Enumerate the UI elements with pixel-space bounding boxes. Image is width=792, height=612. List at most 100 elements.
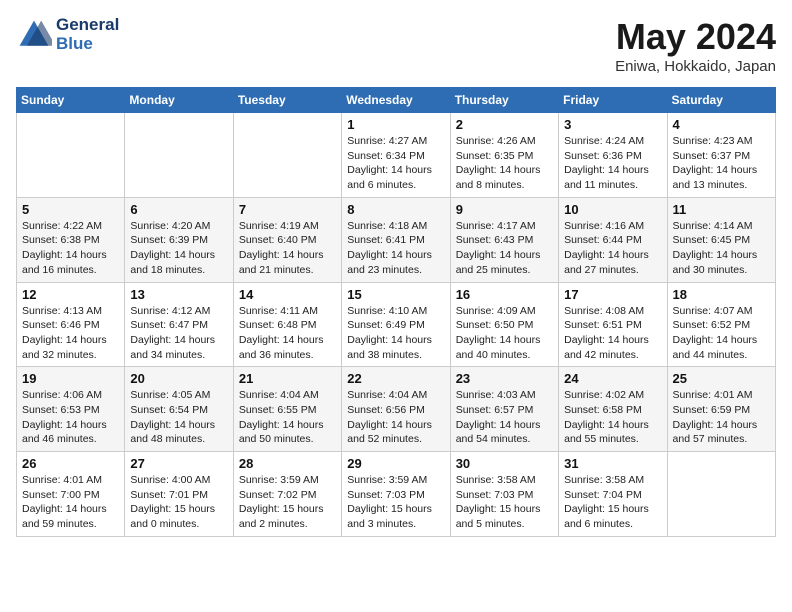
- day-info: Sunrise: 4:01 AM Sunset: 6:59 PM Dayligh…: [673, 388, 770, 447]
- day-number: 27: [130, 456, 227, 471]
- calendar-cell: 11Sunrise: 4:14 AM Sunset: 6:45 PM Dayli…: [667, 197, 775, 282]
- calendar-cell: [667, 452, 775, 537]
- day-info: Sunrise: 3:58 AM Sunset: 7:04 PM Dayligh…: [564, 473, 661, 532]
- day-info: Sunrise: 4:04 AM Sunset: 6:56 PM Dayligh…: [347, 388, 444, 447]
- day-info: Sunrise: 4:02 AM Sunset: 6:58 PM Dayligh…: [564, 388, 661, 447]
- weekday-header-row: SundayMondayTuesdayWednesdayThursdayFrid…: [17, 88, 776, 113]
- day-info: Sunrise: 4:27 AM Sunset: 6:34 PM Dayligh…: [347, 134, 444, 193]
- day-info: Sunrise: 4:19 AM Sunset: 6:40 PM Dayligh…: [239, 219, 336, 278]
- day-number: 20: [130, 371, 227, 386]
- day-info: Sunrise: 3:59 AM Sunset: 7:03 PM Dayligh…: [347, 473, 444, 532]
- calendar-cell: 1 Sunrise: 4:27 AM Sunset: 6:34 PM Daylig…: [342, 113, 450, 198]
- day-info: Sunrise: 4:20 AM Sunset: 6:39 PM Dayligh…: [130, 219, 227, 278]
- calendar-cell: 29 Sunrise: 3:59 AM Sunset: 7:03 PM Dayli…: [342, 452, 450, 537]
- weekday-header-saturday: Saturday: [667, 88, 775, 113]
- day-number: 31: [564, 456, 661, 471]
- day-number: 6: [130, 202, 227, 217]
- calendar-cell: 31 Sunrise: 3:58 AM Sunset: 7:04 PM Dayli…: [559, 452, 667, 537]
- calendar-cell: 28 Sunrise: 3:59 AM Sunset: 7:02 PM Dayli…: [233, 452, 341, 537]
- calendar-cell: 25 Sunrise: 4:01 AM Sunset: 6:59 PM Dayli…: [667, 367, 775, 452]
- day-number: 17: [564, 287, 661, 302]
- day-number: 29: [347, 456, 444, 471]
- day-info: Sunrise: 4:08 AM Sunset: 6:51 PM Dayligh…: [564, 304, 661, 363]
- weekday-header-monday: Monday: [125, 88, 233, 113]
- week-row-2: 5 Sunrise: 4:22 AM Sunset: 6:38 PM Daylig…: [17, 197, 776, 282]
- weekday-header-sunday: Sunday: [17, 88, 125, 113]
- location: Eniwa, Hokkaido, Japan: [615, 58, 776, 75]
- week-row-1: 1 Sunrise: 4:27 AM Sunset: 6:34 PM Daylig…: [17, 113, 776, 198]
- calendar-cell: 5 Sunrise: 4:22 AM Sunset: 6:38 PM Daylig…: [17, 197, 125, 282]
- weekday-header-tuesday: Tuesday: [233, 88, 341, 113]
- day-number: 9: [456, 202, 553, 217]
- title-block: May 2024 Eniwa, Hokkaido, Japan: [615, 16, 776, 75]
- day-info: Sunrise: 3:58 AM Sunset: 7:03 PM Dayligh…: [456, 473, 553, 532]
- day-info: Sunrise: 4:07 AM Sunset: 6:52 PM Dayligh…: [673, 304, 770, 363]
- weekday-header-wednesday: Wednesday: [342, 88, 450, 113]
- day-info: Sunrise: 4:11 AM Sunset: 6:48 PM Dayligh…: [239, 304, 336, 363]
- day-number: 15: [347, 287, 444, 302]
- day-number: 13: [130, 287, 227, 302]
- week-row-3: 12 Sunrise: 4:13 AM Sunset: 6:46 PM Dayli…: [17, 282, 776, 367]
- calendar-cell: 4 Sunrise: 4:23 AM Sunset: 6:37 PM Daylig…: [667, 113, 775, 198]
- day-info: Sunrise: 4:17 AM Sunset: 6:43 PM Dayligh…: [456, 219, 553, 278]
- day-info: Sunrise: 4:09 AM Sunset: 6:50 PM Dayligh…: [456, 304, 553, 363]
- month-title: May 2024: [615, 16, 776, 58]
- week-row-5: 26Sunrise: 4:01 AM Sunset: 7:00 PM Dayli…: [17, 452, 776, 537]
- day-number: 21: [239, 371, 336, 386]
- day-number: 23: [456, 371, 553, 386]
- day-info: Sunrise: 4:03 AM Sunset: 6:57 PM Dayligh…: [456, 388, 553, 447]
- calendar-cell: 13 Sunrise: 4:12 AM Sunset: 6:47 PM Dayli…: [125, 282, 233, 367]
- day-number: 25: [673, 371, 770, 386]
- day-number: 8: [347, 202, 444, 217]
- calendar: SundayMondayTuesdayWednesdayThursdayFrid…: [16, 87, 776, 537]
- day-number: 14: [239, 287, 336, 302]
- calendar-cell: [125, 113, 233, 198]
- calendar-cell: 3 Sunrise: 4:24 AM Sunset: 6:36 PM Daylig…: [559, 113, 667, 198]
- calendar-cell: 10Sunrise: 4:16 AM Sunset: 6:44 PM Dayli…: [559, 197, 667, 282]
- page-header: General Blue May 2024 Eniwa, Hokkaido, J…: [16, 16, 776, 75]
- day-info: Sunrise: 4:06 AM Sunset: 6:53 PM Dayligh…: [22, 388, 119, 447]
- day-number: 26: [22, 456, 119, 471]
- day-info: Sunrise: 4:16 AM Sunset: 6:44 PM Dayligh…: [564, 219, 661, 278]
- day-info: Sunrise: 4:10 AM Sunset: 6:49 PM Dayligh…: [347, 304, 444, 363]
- calendar-cell: [17, 113, 125, 198]
- day-number: 12: [22, 287, 119, 302]
- calendar-cell: 14 Sunrise: 4:11 AM Sunset: 6:48 PM Dayli…: [233, 282, 341, 367]
- calendar-cell: 26Sunrise: 4:01 AM Sunset: 7:00 PM Dayli…: [17, 452, 125, 537]
- calendar-cell: 16 Sunrise: 4:09 AM Sunset: 6:50 PM Dayli…: [450, 282, 558, 367]
- day-info: Sunrise: 4:22 AM Sunset: 6:38 PM Dayligh…: [22, 219, 119, 278]
- day-info: Sunrise: 4:24 AM Sunset: 6:36 PM Dayligh…: [564, 134, 661, 193]
- calendar-cell: 18 Sunrise: 4:07 AM Sunset: 6:52 PM Dayli…: [667, 282, 775, 367]
- day-number: 24: [564, 371, 661, 386]
- day-number: 28: [239, 456, 336, 471]
- calendar-cell: 12 Sunrise: 4:13 AM Sunset: 6:46 PM Dayli…: [17, 282, 125, 367]
- logo-icon: [16, 17, 52, 53]
- calendar-cell: 17 Sunrise: 4:08 AM Sunset: 6:51 PM Dayli…: [559, 282, 667, 367]
- calendar-cell: 20 Sunrise: 4:05 AM Sunset: 6:54 PM Dayli…: [125, 367, 233, 452]
- day-number: 2: [456, 117, 553, 132]
- calendar-cell: 9 Sunrise: 4:17 AM Sunset: 6:43 PM Daylig…: [450, 197, 558, 282]
- day-info: Sunrise: 4:23 AM Sunset: 6:37 PM Dayligh…: [673, 134, 770, 193]
- day-info: Sunrise: 4:04 AM Sunset: 6:55 PM Dayligh…: [239, 388, 336, 447]
- calendar-cell: 24 Sunrise: 4:02 AM Sunset: 6:58 PM Dayli…: [559, 367, 667, 452]
- day-number: 18: [673, 287, 770, 302]
- day-number: 3: [564, 117, 661, 132]
- day-number: 5: [22, 202, 119, 217]
- calendar-cell: [233, 113, 341, 198]
- day-info: Sunrise: 4:05 AM Sunset: 6:54 PM Dayligh…: [130, 388, 227, 447]
- day-number: 1: [347, 117, 444, 132]
- calendar-cell: 21 Sunrise: 4:04 AM Sunset: 6:55 PM Dayli…: [233, 367, 341, 452]
- weekday-header-thursday: Thursday: [450, 88, 558, 113]
- day-number: 4: [673, 117, 770, 132]
- day-number: 16: [456, 287, 553, 302]
- calendar-cell: 15 Sunrise: 4:10 AM Sunset: 6:49 PM Dayli…: [342, 282, 450, 367]
- calendar-cell: 23 Sunrise: 4:03 AM Sunset: 6:57 PM Dayli…: [450, 367, 558, 452]
- weekday-header-friday: Friday: [559, 88, 667, 113]
- day-info: Sunrise: 4:13 AM Sunset: 6:46 PM Dayligh…: [22, 304, 119, 363]
- calendar-cell: 8Sunrise: 4:18 AM Sunset: 6:41 PM Daylig…: [342, 197, 450, 282]
- day-number: 7: [239, 202, 336, 217]
- day-info: Sunrise: 3:59 AM Sunset: 7:02 PM Dayligh…: [239, 473, 336, 532]
- calendar-cell: 7 Sunrise: 4:19 AM Sunset: 6:40 PM Daylig…: [233, 197, 341, 282]
- day-info: Sunrise: 4:12 AM Sunset: 6:47 PM Dayligh…: [130, 304, 227, 363]
- calendar-cell: 2Sunrise: 4:26 AM Sunset: 6:35 PM Daylig…: [450, 113, 558, 198]
